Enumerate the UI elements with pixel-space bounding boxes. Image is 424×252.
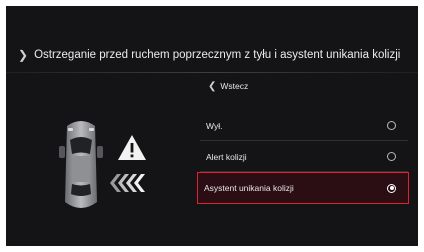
radio-icon[interactable] <box>387 121 396 130</box>
chevron-left-icon: ❮ <box>208 80 217 92</box>
option-label: Wył. <box>206 120 223 131</box>
radio-icon[interactable] <box>387 152 396 161</box>
page-title-bar: ❯ Ostrzeganie przed ruchem poprzecznym z… <box>6 44 418 66</box>
option-list: Wył. Alert kolizji Asystent unikania kol… <box>197 110 409 204</box>
rear-traffic-arrows-icon <box>110 174 145 192</box>
option-label: Alert kolizji <box>206 151 247 162</box>
back-label: Wstecz <box>220 81 249 91</box>
page-title: Ostrzeganie przed ruchem poprzecznym z t… <box>34 49 401 61</box>
radio-selected-icon[interactable] <box>387 183 396 193</box>
option-collision-alert[interactable]: Alert kolizji <box>200 141 408 172</box>
option-collision-avoidance-assist[interactable]: Asystent unikania kolizji <box>197 172 409 204</box>
title-divider <box>6 72 418 73</box>
chevron-right-icon: ❯ <box>18 48 29 62</box>
back-button[interactable]: ❮ Wstecz <box>208 78 248 94</box>
option-off[interactable]: Wył. <box>200 110 408 141</box>
infotainment-screen: ❯ Ostrzeganie przed ruchem poprzecznym z… <box>6 6 418 246</box>
car-top-view-icon <box>59 121 103 208</box>
warning-triangle-icon <box>118 135 146 160</box>
option-label: Asystent unikania kolizji <box>204 183 294 193</box>
